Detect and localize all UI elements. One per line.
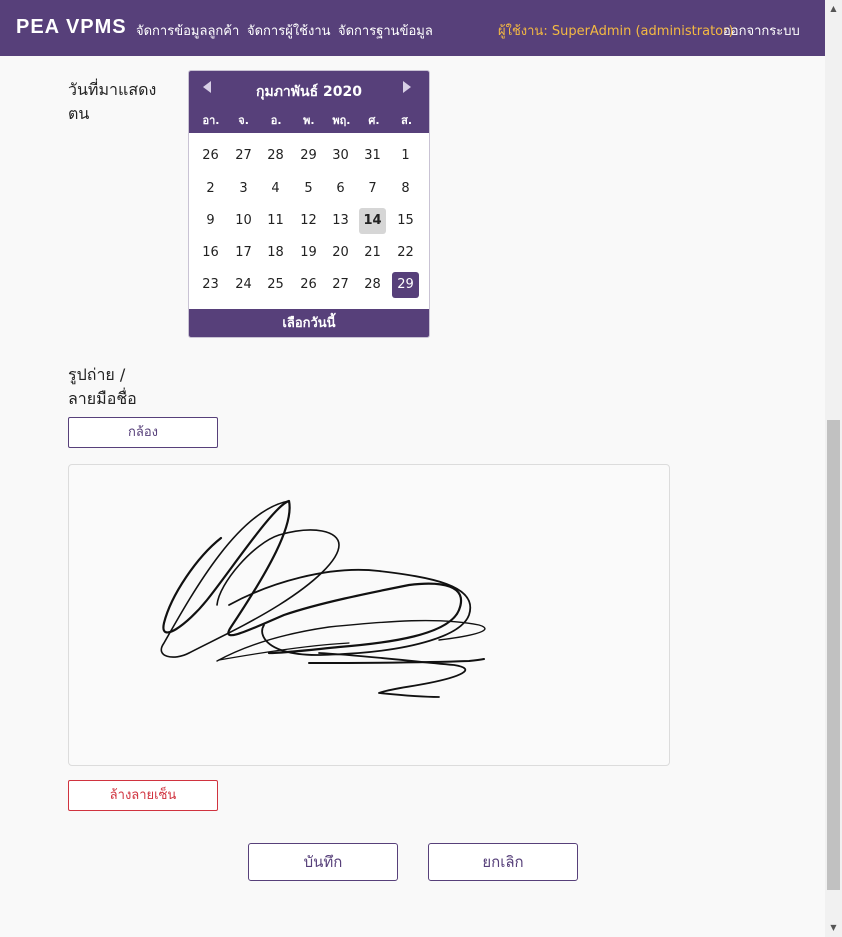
date-field-label: วันที่มาแสดง ตน bbox=[68, 78, 156, 126]
calendar-day[interactable]: 25 bbox=[262, 272, 289, 298]
scrollbar-thumb[interactable] bbox=[827, 420, 840, 890]
calendar-day[interactable]: 27 bbox=[327, 272, 354, 298]
calendar-day[interactable]: 27 bbox=[230, 143, 257, 169]
camera-button[interactable]: กล้อง bbox=[68, 417, 218, 448]
calendar-day[interactable]: 17 bbox=[230, 240, 257, 266]
date-picker: กุมภาพันธ์ 2020 อา. จ. อ. พ. พฤ. ศ. ส. 26 27 28 2… bbox=[188, 70, 430, 338]
calendar-day[interactable]: 21 bbox=[359, 240, 386, 266]
date-label-line1: วันที่มาแสดง bbox=[68, 80, 157, 99]
calendar-day[interactable]: 11 bbox=[262, 208, 289, 234]
nav-link-users[interactable]: จัดการผู้ใช้งาน bbox=[247, 20, 331, 41]
calendar-day[interactable]: 26 bbox=[197, 143, 224, 169]
calendar-day[interactable]: 15 bbox=[392, 208, 419, 234]
calendar-day[interactable]: 28 bbox=[262, 143, 289, 169]
calendar-day[interactable]: 8 bbox=[392, 176, 419, 202]
calendar-day[interactable]: 16 bbox=[197, 240, 224, 266]
calendar-day[interactable]: 12 bbox=[295, 208, 322, 234]
calendar-day[interactable]: 6 bbox=[327, 176, 354, 202]
calendar-day[interactable]: 13 bbox=[327, 208, 354, 234]
calendar-day[interactable]: 24 bbox=[230, 272, 257, 298]
nav-link-customers[interactable]: จัดการข้อมูลลูกค้า bbox=[136, 20, 239, 41]
next-month-icon[interactable] bbox=[403, 81, 411, 93]
calendar-day[interactable]: 19 bbox=[295, 240, 322, 266]
calendar-day[interactable]: 22 bbox=[392, 240, 419, 266]
weekday-header: ศ. bbox=[368, 114, 380, 127]
calendar-day[interactable]: 14 bbox=[359, 208, 386, 234]
calendar-day[interactable]: 18 bbox=[262, 240, 289, 266]
photo-label-line1: รูปถ่าย / bbox=[68, 365, 126, 384]
nav-link-database[interactable]: จัดการฐานข้อมูล bbox=[338, 20, 433, 41]
calendar-day[interactable]: 29 bbox=[295, 143, 322, 169]
calendar-day[interactable]: 31 bbox=[359, 143, 386, 169]
cancel-button[interactable]: ยกเลิก bbox=[428, 843, 578, 881]
calendar-day[interactable]: 10 bbox=[230, 208, 257, 234]
calendar-day[interactable]: 20 bbox=[327, 240, 354, 266]
page-scrollbar[interactable]: ▲ ▼ bbox=[825, 0, 842, 937]
save-button[interactable]: บันทึก bbox=[248, 843, 398, 881]
weekday-header: อา. bbox=[202, 114, 220, 127]
calendar-month-title: กุมภาพันธ์ 2020 bbox=[256, 84, 362, 100]
select-today-button[interactable]: เลือกวันนี้ bbox=[189, 309, 429, 337]
weekday-header: พฤ. bbox=[332, 114, 351, 127]
calendar-day[interactable]: 1 bbox=[392, 143, 419, 169]
date-label-line2: ตน bbox=[68, 104, 90, 123]
signature-pad[interactable] bbox=[68, 464, 670, 766]
calendar-day[interactable]: 2 bbox=[197, 176, 224, 202]
calendar-day[interactable]: 23 bbox=[197, 272, 224, 298]
calendar-day[interactable]: 7 bbox=[359, 176, 386, 202]
calendar-day[interactable]: 3 bbox=[230, 176, 257, 202]
signature-drawing bbox=[160, 499, 486, 698]
calendar-day[interactable]: 29 bbox=[392, 272, 419, 298]
calendar-day[interactable]: 5 bbox=[295, 176, 322, 202]
calendar-day[interactable]: 9 bbox=[197, 208, 224, 234]
brand-logo[interactable]: PEA VPMS bbox=[16, 16, 127, 39]
weekday-header: จ. bbox=[238, 114, 249, 127]
calendar-day[interactable]: 28 bbox=[359, 272, 386, 298]
calendar-day[interactable]: 4 bbox=[262, 176, 289, 202]
current-user[interactable]: ผู้ใช้งาน: SuperAdmin (administrator) bbox=[498, 20, 734, 41]
calendar-day[interactable]: 26 bbox=[295, 272, 322, 298]
calendar-day[interactable]: 30 bbox=[327, 143, 354, 169]
clear-signature-button[interactable]: ล้างลายเซ็น bbox=[68, 780, 218, 811]
scroll-down-arrow-icon[interactable]: ▼ bbox=[825, 921, 842, 935]
logout-link[interactable]: ออกจากระบบ bbox=[723, 20, 800, 41]
weekday-header: อ. bbox=[270, 114, 282, 127]
scroll-up-arrow-icon[interactable]: ▲ bbox=[825, 2, 842, 16]
photo-field-label: รูปถ่าย / ลายมือชื่อ bbox=[68, 363, 137, 411]
weekday-header: ส. bbox=[401, 114, 413, 127]
calendar-header: กุมภาพันธ์ 2020 อา. จ. อ. พ. พฤ. ศ. ส. bbox=[189, 71, 429, 133]
weekday-header: พ. bbox=[303, 114, 315, 127]
top-navbar: PEA VPMS จัดการข้อมูลลูกค้า จัดการผู้ใช้… bbox=[0, 0, 825, 56]
photo-label-line2: ลายมือชื่อ bbox=[68, 389, 137, 408]
